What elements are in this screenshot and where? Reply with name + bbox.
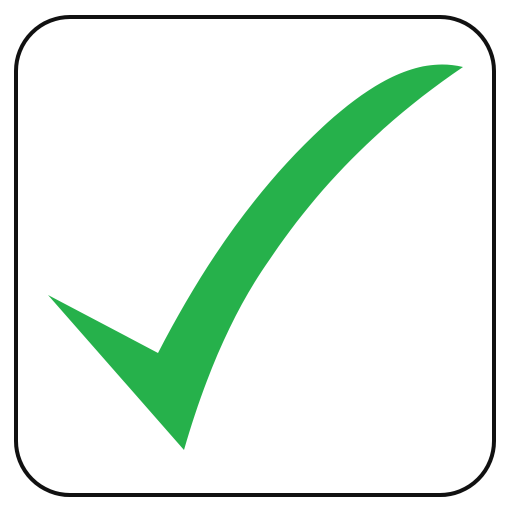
checkmark-icon [48, 64, 463, 450]
checkmark-shape [48, 64, 463, 450]
checkbox-icon-canvas [0, 0, 512, 512]
